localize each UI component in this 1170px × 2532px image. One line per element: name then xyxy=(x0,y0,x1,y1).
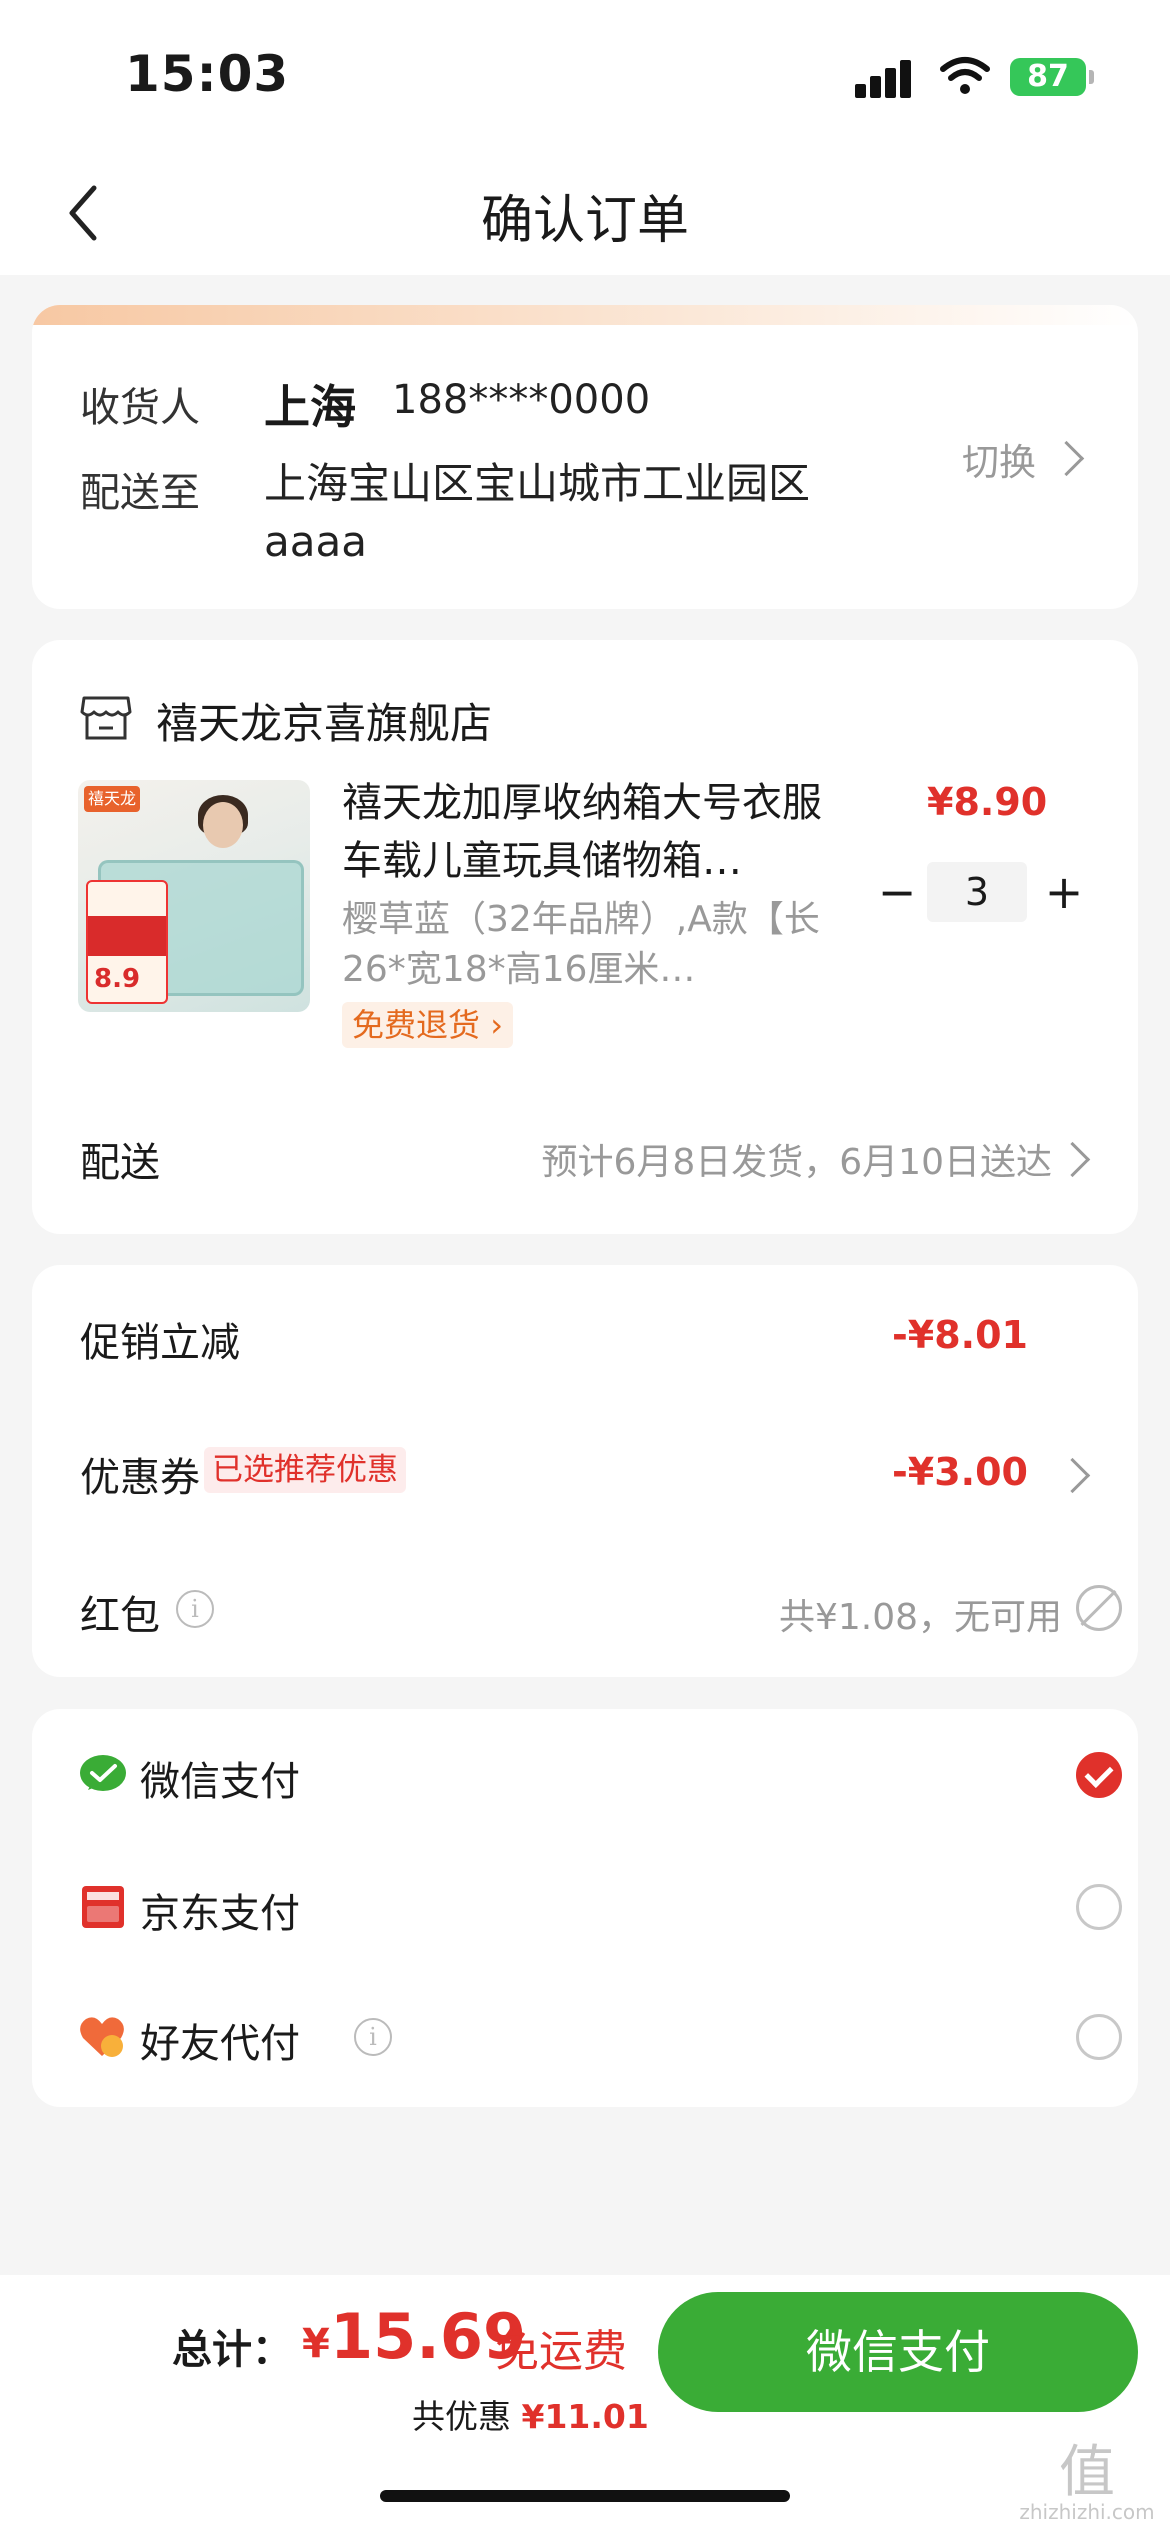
shop-icon xyxy=(80,696,132,740)
address-card-accent xyxy=(32,305,1138,325)
pay-button[interactable]: 微信支付 xyxy=(658,2292,1138,2412)
shipping-estimate[interactable]: 预计6月8日发货，6月10日送达 xyxy=(482,1133,1052,1185)
jd-pay-icon xyxy=(82,1886,124,1928)
quantity-input[interactable]: 3 xyxy=(927,862,1027,922)
battery-indicator: 87 xyxy=(1010,58,1086,96)
quantity-decrease-button[interactable]: − xyxy=(872,862,922,922)
coupon-label[interactable]: 优惠券 xyxy=(80,1445,200,1503)
total-discount-label: 共优惠 xyxy=(412,2397,511,2436)
address-card[interactable]: 收货人 上海 188****0000 配送至 上海宝山区宝山城市工业园区aaaa… xyxy=(32,305,1138,609)
info-icon[interactable]: i xyxy=(354,2018,392,2056)
friend-pay-icon xyxy=(80,2017,124,2057)
radio-button[interactable] xyxy=(1076,2014,1122,2060)
total-discount-amount: ¥11.01 xyxy=(521,2397,649,2436)
product-image-badge: 8.9 xyxy=(86,880,168,1004)
total-label: 总计： xyxy=(172,2327,292,2373)
chevron-right-icon xyxy=(1054,1141,1091,1178)
quantity-increase-button[interactable]: + xyxy=(1034,862,1094,922)
status-bar: 15:03 87 xyxy=(0,0,1170,150)
product-title[interactable]: 禧天龙加厚收纳箱大号衣服车载儿童玩具储物箱… xyxy=(342,774,842,890)
payment-card: 微信支付 京东支付 好友代付 i xyxy=(32,1709,1138,2107)
watermark-site: zhizhizhi.com xyxy=(1019,2500,1155,2524)
battery-cap xyxy=(1089,70,1094,84)
product-image[interactable]: 禧天龙 8.9 xyxy=(78,780,310,1012)
info-icon[interactable]: i xyxy=(176,1590,214,1628)
coupon-recommend-tag: 已选推荐优惠 xyxy=(204,1447,406,1493)
delivery-address: 上海宝山区宝山城市工业园区aaaa xyxy=(264,459,811,566)
shipping-label: 配送 xyxy=(80,1140,160,1186)
home-indicator xyxy=(380,2490,790,2502)
receiver-label: 收货人 xyxy=(80,385,200,431)
payment-option-friend[interactable]: 好友代付 xyxy=(140,2011,300,2069)
wifi-icon xyxy=(940,57,990,94)
product-image-brand: 禧天龙 xyxy=(84,786,140,812)
payment-option-jd[interactable]: 京东支付 xyxy=(140,1881,300,1939)
free-shipping-label: 免运费 xyxy=(495,2326,627,2377)
wechat-pay-icon xyxy=(80,1755,126,1791)
total-discount: 共优惠 ¥11.01 xyxy=(412,2390,649,2438)
deliver-to-label: 配送至 xyxy=(80,470,200,516)
watermark-mark: 值 xyxy=(1059,2440,1115,2505)
promo-discount-amount: -¥8.01 xyxy=(892,1313,1028,1357)
receiver-name: 上海 xyxy=(264,380,356,434)
check-icon[interactable] xyxy=(1076,1752,1122,1798)
product-image-badge-band xyxy=(88,916,166,956)
nav-bar: 确认订单 xyxy=(0,150,1170,275)
payment-option-wechat[interactable]: 微信支付 xyxy=(140,1749,300,1807)
promo-discount-label: 促销立减 xyxy=(80,1320,240,1366)
receiver-phone: 188****0000 xyxy=(392,377,651,423)
shop-name[interactable]: 禧天龙京喜旗舰店 xyxy=(156,690,492,751)
product-image-model-face xyxy=(203,802,243,848)
total-currency: ¥ xyxy=(302,2321,330,2367)
page-title: 确认订单 xyxy=(480,191,689,251)
chevron-right-icon xyxy=(1054,1457,1091,1494)
promotions-card: 促销立减 -¥8.01 优惠券 已选推荐优惠 -¥3.00 红包 i 共¥1.0… xyxy=(32,1265,1138,1677)
signal-icon xyxy=(855,58,915,98)
red-packet-label: 红包 xyxy=(80,1593,160,1639)
checkout-bar: 总计： ¥ 15.69 免运费 共优惠 ¥11.01 微信支付 值 zhizhi… xyxy=(0,2275,1170,2532)
radio-button[interactable] xyxy=(1076,1884,1122,1930)
watermark-logo: 值 zhizhizhi.com xyxy=(1012,2445,1162,2525)
red-packet-value: 共¥1.08，无可用 xyxy=(778,1597,1062,1638)
product-image-price: 8.9 xyxy=(94,964,141,994)
free-return-label: 免费退货 xyxy=(352,1006,481,1044)
status-time: 15:03 xyxy=(125,45,290,103)
switch-address-button[interactable]: 切换 xyxy=(962,432,1036,486)
shop-card: 禧天龙京喜旗舰店 禧天龙 8.9 禧天龙加厚收纳箱大号衣服车载儿童玩具储物箱… … xyxy=(32,640,1138,1234)
coupon-amount[interactable]: -¥3.00 xyxy=(892,1450,1028,1494)
ban-icon xyxy=(1076,1585,1122,1631)
product-spec[interactable]: 樱草蓝（32年品牌）,A款【长26*宽18*高16厘米… xyxy=(342,895,822,995)
product-price: ¥8.90 xyxy=(927,780,1048,824)
free-return-badge[interactable]: 免费退货 › xyxy=(342,1002,513,1048)
chevron-right-icon xyxy=(1048,440,1085,477)
